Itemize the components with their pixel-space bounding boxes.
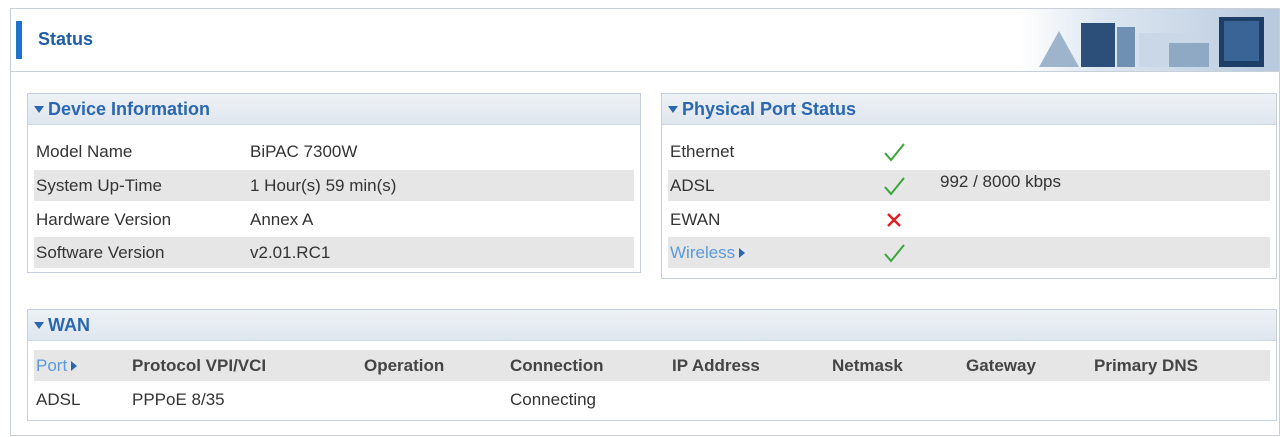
- wan-col-ip-address: IP Address: [672, 355, 760, 375]
- office-banner-image: [1019, 9, 1279, 71]
- wan-col-port-label: Port: [36, 355, 68, 375]
- collapse-triangle-icon: [34, 105, 44, 113]
- cross-icon: [887, 212, 901, 227]
- info-row-software: Software Version v2.01.RC1: [34, 237, 634, 268]
- table-row: ADSL PPPoE 8/35 Connecting: [34, 384, 1270, 415]
- port-row-ethernet: Ethernet: [668, 136, 1270, 167]
- info-value: v2.01.RC1: [250, 242, 331, 262]
- wireless-link[interactable]: Wireless: [670, 242, 746, 263]
- info-value: 1 Hour(s) 59 min(s): [250, 175, 397, 195]
- port-label: EWAN: [670, 209, 721, 229]
- port-label: Ethernet: [670, 141, 735, 161]
- wan-header[interactable]: WAN: [28, 310, 1276, 341]
- collapse-triangle-icon: [668, 105, 678, 113]
- info-row-uptime: System Up-Time 1 Hour(s) 59 min(s): [34, 170, 634, 201]
- header-accent-bar: [16, 21, 22, 59]
- physical-port-status-panel: Physical Port Status Ethernet ADSL 992 /…: [661, 93, 1277, 279]
- check-icon: [884, 176, 905, 196]
- arrow-right-icon: [71, 361, 78, 372]
- device-information-title: Device Information: [48, 98, 211, 119]
- port-label: ADSL: [670, 175, 715, 195]
- info-row-model: Model Name BiPAC 7300W: [34, 136, 634, 167]
- info-value: BiPAC 7300W: [250, 141, 358, 161]
- wan-panel: WAN Port Protocol VPI/VCI Operation Conn…: [27, 309, 1277, 421]
- check-icon: [884, 243, 905, 263]
- info-label: System Up-Time: [36, 175, 162, 195]
- port-row-wireless: Wireless: [668, 237, 1270, 268]
- device-information-header[interactable]: Device Information: [28, 94, 640, 125]
- wan-cell-connection: Connecting: [510, 389, 597, 409]
- info-label: Hardware Version: [36, 209, 172, 229]
- page-title: Status: [38, 29, 94, 49]
- wan-cell-protocol: PPPoE 8/35: [132, 389, 225, 409]
- wan-col-connection: Connection: [510, 355, 604, 375]
- physical-port-status-title: Physical Port Status: [682, 98, 857, 119]
- collapse-triangle-icon: [34, 321, 44, 329]
- wan-col-port[interactable]: Port: [36, 355, 78, 376]
- info-label: Model Name: [36, 141, 133, 161]
- wan-col-primary-dns: Primary DNS: [1094, 355, 1198, 375]
- wan-col-operation: Operation: [364, 355, 445, 375]
- check-icon: [884, 142, 905, 162]
- wan-title: WAN: [48, 314, 90, 335]
- info-row-hardware: Hardware Version Annex A: [34, 204, 634, 235]
- wan-col-netmask: Netmask: [832, 355, 903, 375]
- wan-col-protocol: Protocol VPI/VCI: [132, 355, 267, 375]
- arrow-right-icon: [739, 248, 746, 259]
- info-value: Annex A: [250, 209, 314, 229]
- adsl-rate: 992 / 8000 kbps: [940, 172, 1061, 191]
- port-row-adsl: ADSL 992 / 8000 kbps: [668, 170, 1270, 201]
- page-header: Status: [11, 9, 1279, 72]
- wan-cell-port: ADSL: [36, 389, 81, 409]
- status-frame: Status Device Information Model Name BiP…: [10, 8, 1280, 436]
- device-information-panel: Device Information Model Name BiPAC 7300…: [27, 93, 641, 273]
- wireless-link-label: Wireless: [670, 242, 736, 262]
- physical-port-status-header[interactable]: Physical Port Status: [662, 94, 1276, 125]
- info-label: Software Version: [36, 242, 165, 262]
- wan-table-header: Port Protocol VPI/VCI Operation Connecti…: [34, 350, 1270, 381]
- port-row-ewan: EWAN: [668, 204, 1270, 235]
- wan-col-gateway: Gateway: [966, 355, 1036, 375]
